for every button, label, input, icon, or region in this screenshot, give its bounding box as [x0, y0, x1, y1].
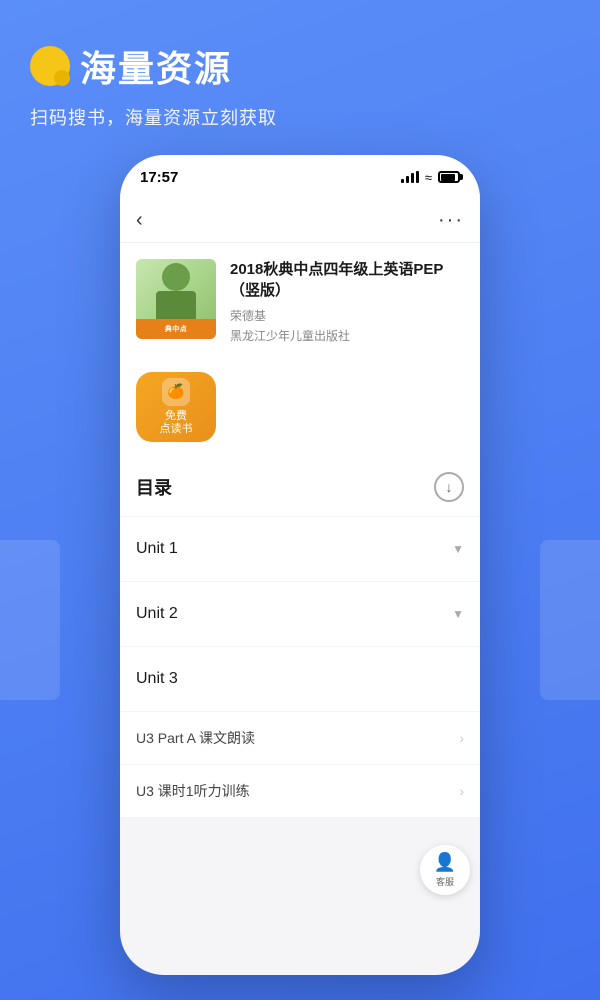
- book-info-section: 典中点 2018秋典中点四年级上英语PEP（竖版） 荣德基 黑龙江少年儿童出版社: [120, 243, 480, 360]
- battery-icon: [438, 171, 460, 183]
- customer-service-icon: 👤: [434, 852, 456, 873]
- read-button[interactable]: 🍊 免费 点读书: [136, 372, 216, 442]
- more-button[interactable]: ···: [438, 209, 464, 232]
- signal-icon: [401, 171, 419, 183]
- read-button-area: 🍊 免费 点读书: [120, 360, 480, 458]
- sun-icon: [30, 46, 70, 86]
- download-button[interactable]: ↓: [434, 472, 464, 502]
- wifi-icon: ≈: [425, 170, 432, 185]
- sub-unit-item-2[interactable]: U3 课时1听力训练 ›: [120, 765, 480, 817]
- back-button[interactable]: ‹: [136, 209, 143, 232]
- unit-1-name: Unit 1: [136, 540, 178, 558]
- customer-service-label: 客服: [436, 875, 454, 888]
- customer-service-button[interactable]: 👤 客服: [420, 845, 470, 895]
- read-button-label: 免费 点读书: [160, 410, 193, 436]
- header-title-row: 海量资源: [30, 40, 277, 92]
- catalog-title: 目录: [136, 474, 172, 500]
- sub-unit-1-name: U3 Part A 课文朗读: [136, 728, 255, 748]
- book-cover: 典中点: [136, 259, 216, 339]
- status-icons: ≈: [401, 170, 460, 185]
- cover-emblem: [162, 263, 190, 291]
- book-author: 荣德基: [230, 307, 464, 324]
- catalog-section: 目录 ↓ Unit 1 ▼ Unit 2 ▼ Unit 3 U3 Part A …: [120, 458, 480, 975]
- book-publisher: 黑龙江少年儿童出版社: [230, 327, 464, 344]
- book-title: 2018秋典中点四年级上英语PEP（竖版）: [230, 259, 464, 301]
- bg-decoration-left: [0, 540, 60, 700]
- page-subtitle: 扫码搜书，海量资源立刻获取: [30, 104, 277, 130]
- bg-decoration-right: [540, 540, 600, 700]
- cover-strip: 典中点: [136, 319, 216, 339]
- status-bar: 17:57 ≈: [120, 155, 480, 199]
- unit-item-2[interactable]: Unit 2 ▼: [120, 582, 480, 646]
- sub-unit-item-1[interactable]: U3 Part A 课文朗读 ›: [120, 712, 480, 764]
- chevron-right-icon-2: ›: [459, 783, 464, 799]
- page-title: 海量资源: [80, 40, 232, 92]
- nav-bar: ‹ ···: [120, 199, 480, 243]
- unit-item-1[interactable]: Unit 1 ▼: [120, 517, 480, 581]
- phone-mockup: 17:57 ≈ ‹ ··· 典: [120, 155, 480, 975]
- chevron-down-icon-2: ▼: [452, 607, 464, 621]
- unit-item-3[interactable]: Unit 3: [120, 647, 480, 711]
- chevron-down-icon-1: ▼: [452, 542, 464, 556]
- chevron-right-icon-1: ›: [459, 730, 464, 746]
- catalog-header: 目录 ↓: [120, 458, 480, 516]
- read-button-icon: 🍊: [162, 378, 190, 406]
- unit-2-name: Unit 2: [136, 605, 178, 623]
- book-details: 2018秋典中点四年级上英语PEP（竖版） 荣德基 黑龙江少年儿童出版社: [230, 259, 464, 344]
- sub-unit-2-name: U3 课时1听力训练: [136, 781, 250, 801]
- status-time: 17:57: [140, 169, 178, 186]
- header-area: 海量资源 扫码搜书，海量资源立刻获取: [30, 40, 277, 130]
- unit-3-name: Unit 3: [136, 670, 178, 688]
